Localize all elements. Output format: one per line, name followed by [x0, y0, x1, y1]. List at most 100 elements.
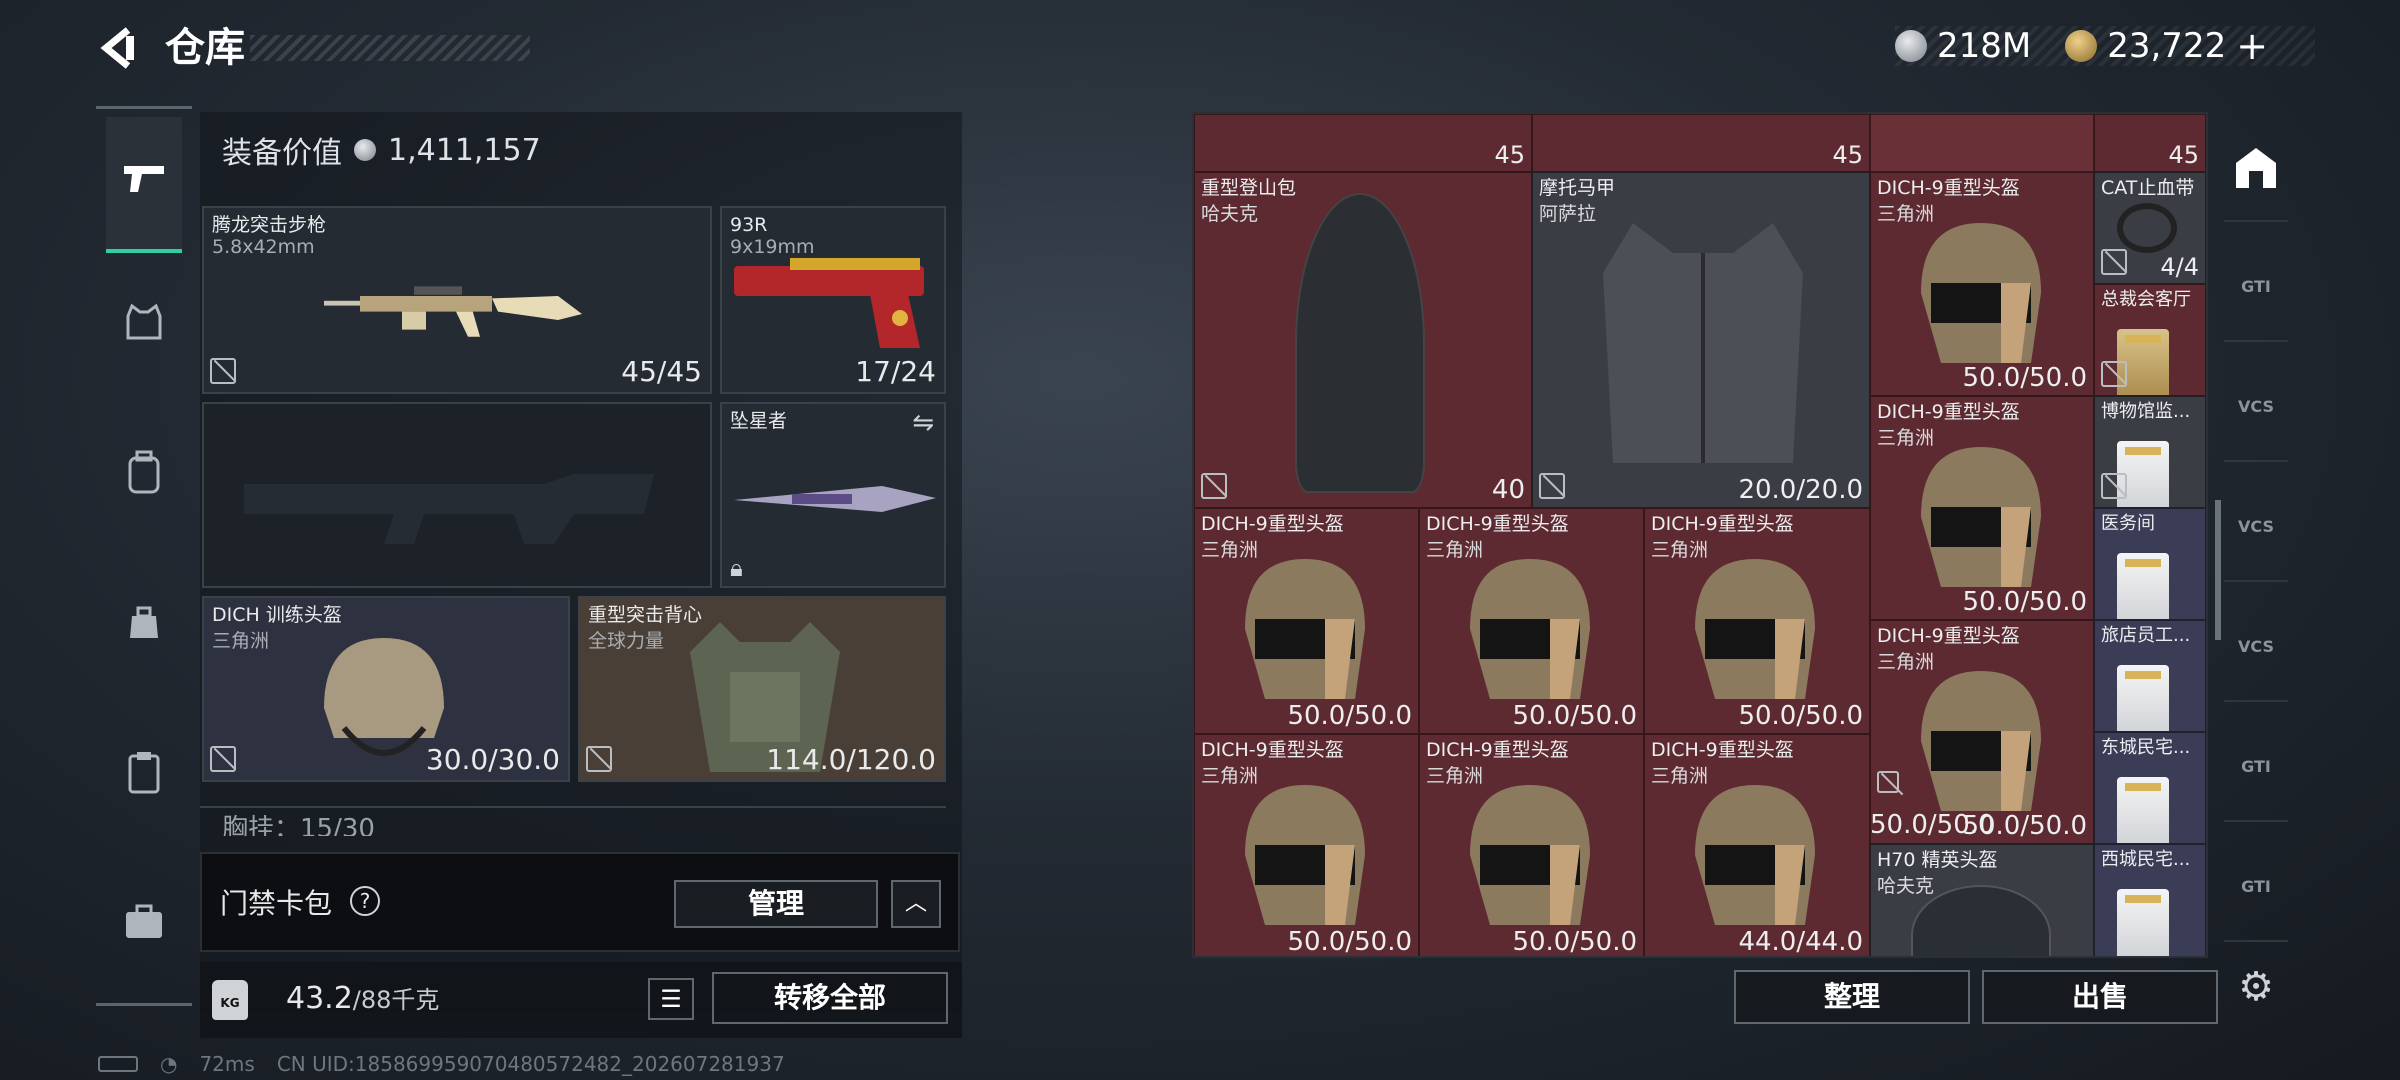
rail-gti[interactable]: GTI [2224, 712, 2288, 822]
vest-image [1603, 223, 1803, 463]
equipment-value-amount: 1,411,157 [388, 132, 541, 168]
swap-icon[interactable]: ⇋ [912, 408, 934, 438]
tourniquet-image [2117, 203, 2177, 253]
gold-coin-icon [2065, 30, 2098, 62]
rifle-silhouette-icon [244, 474, 654, 544]
armor-slot[interactable]: 重型突击背心 全球力量 114.0/120.0 [578, 596, 946, 782]
battery-icon [98, 1056, 138, 1072]
knife-image [734, 486, 936, 512]
item-faction: 哈夫克 [1201, 203, 1259, 225]
settings-button[interactable]: ⚙ [2224, 932, 2288, 1042]
rail-vcs[interactable]: VCS [2224, 592, 2288, 702]
item-name: H70 精英头盔 [1877, 849, 1998, 871]
collapse-button[interactable]: ︿ [891, 880, 941, 928]
item-name: 重型登山包 [1201, 177, 1297, 199]
item-name: DICH-9重型头盔 [1426, 513, 1569, 535]
sell-button[interactable]: 出售 [1982, 970, 2218, 1024]
helmet-image [1470, 559, 1590, 699]
grid-item-key[interactable]: 东城民宅... [2094, 732, 2206, 844]
helmet-faction: 三角洲 [212, 630, 270, 652]
grid-item-helmet[interactable]: DICH-9重型头盔 三角洲 50.0/50.0 [1194, 508, 1419, 734]
chevron-up-icon: ︿ [904, 891, 927, 916]
nav-briefcase[interactable] [106, 859, 182, 995]
currency-bar: 218M 23,722 + [1895, 24, 2315, 68]
back-button[interactable] [98, 22, 142, 74]
add-currency-button[interactable]: + [2236, 24, 2268, 68]
pistol-image [734, 258, 924, 348]
rail-gti[interactable]: GTI [2224, 832, 2288, 942]
armor-durability: 114.0/120.0 [766, 743, 936, 776]
grid-item[interactable]: 45 [1194, 114, 1532, 172]
item-name: DICH-9重型头盔 [1201, 513, 1344, 535]
lock-icon: 🔒︎ [730, 554, 743, 582]
item-name: 东城民宅... [2101, 737, 2191, 758]
no-insure-icon [1877, 771, 1899, 793]
grid-item-h70-helmet[interactable]: H70 精英头盔 哈夫克 [1870, 844, 2094, 956]
armor-icon [124, 302, 164, 352]
grid-item-key[interactable]: 西城民宅... [2094, 844, 2206, 956]
item-durability: 50.0/50.0 [1870, 810, 1995, 840]
grid-item-helmet[interactable]: DICH-9重型头盔 三角洲 50.0/50.0 [1870, 172, 2094, 396]
grid-item-helmet[interactable]: DICH-9重型头盔 三角洲 50.0/50.0 [1870, 396, 2094, 620]
grid-item-helmet[interactable]: DICH-9重型头盔 三角洲 50.0/50.0 [1419, 734, 1644, 956]
rail-shelter[interactable] [2224, 112, 2288, 222]
nav-armor[interactable] [106, 259, 182, 395]
nav-weapons[interactable] [106, 117, 182, 253]
grid-item-vest[interactable]: 摩托马甲 阿萨拉 20.0/20.0 [1532, 172, 1870, 508]
primary-weapon-slot[interactable]: 腾龙突击步枪 5.8x42mm 45/45 [202, 206, 712, 394]
item-durability: 50.0/50.0 [1962, 587, 2087, 617]
left-nav [96, 106, 192, 1006]
backpack-image [1295, 193, 1425, 493]
grid-item-helmet[interactable]: DICH-9重型头盔 三角洲 50.0/50.0 [1419, 508, 1644, 734]
item-durability: 50.0/50.0 [1287, 701, 1412, 731]
nav-pouch[interactable] [106, 559, 182, 695]
help-icon[interactable]: ? [350, 886, 380, 916]
chest-rig-row[interactable]: 胸挂：15/30 [200, 806, 946, 836]
grid-item-helmet[interactable]: DICH-9重型头盔 三角洲 44.0/44.0 [1644, 734, 1870, 956]
item-name: 旅店员工... [2101, 625, 2191, 646]
grid-item-key[interactable]: 旅店员工... [2094, 620, 2206, 732]
weight-current: 43.2 [286, 981, 353, 1016]
carry-weight: 43.2/88千克 [286, 980, 439, 1016]
grid-item-key[interactable]: 医务间 [2094, 508, 2206, 620]
grid-item[interactable]: 45 [1532, 114, 1870, 172]
grid-item-backpack[interactable]: 重型登山包 哈夫克 40 [1194, 172, 1532, 508]
list-icon: ☰ [660, 985, 682, 1013]
item-name: DICH-9重型头盔 [1201, 739, 1344, 761]
keycard-image [2117, 665, 2169, 731]
helmet-slot[interactable]: DICH 训练头盔 三角洲 30.0/30.0 [202, 596, 570, 782]
grid-item-tourniquet[interactable]: CAT止血带 4/4 [2094, 172, 2206, 284]
rail-gti[interactable]: GTI [2224, 232, 2288, 342]
nav-backpack[interactable] [106, 409, 182, 545]
item-name: DICH-9重型头盔 [1877, 625, 2020, 647]
grid-item-key[interactable]: 总裁会客厅 [2094, 284, 2206, 396]
no-insure-icon [2101, 249, 2127, 275]
weapon-name: 腾龙突击步枪 [212, 214, 327, 236]
rail-vcs[interactable]: VCS [2224, 352, 2288, 462]
no-insure-icon [1539, 473, 1565, 499]
vcs-icon: VCS [2238, 397, 2274, 416]
storage-grid: 45 45 45 重型登山包 哈夫克 40 摩托马甲 阿萨拉 20.0/20.0… [1192, 112, 2208, 958]
rail-vcs[interactable]: VCS [2224, 472, 2288, 582]
no-insure-icon [210, 358, 236, 384]
gti-icon: GTI [2241, 757, 2271, 776]
grid-item-helmet[interactable]: DICH-9重型头盔 三角洲 50.0/50.0 [1644, 508, 1870, 734]
melee-slot[interactable]: 坠星者 ⇋ 🔒︎ [720, 402, 946, 588]
secondary-weapon-slot-empty[interactable] [202, 402, 712, 588]
grid-item-key[interactable]: 博物馆监... [2094, 396, 2206, 508]
transfer-all-button[interactable]: 转移全部 [712, 972, 948, 1024]
item-name: DICH-9重型头盔 [1877, 177, 2020, 199]
pistol-slot[interactable]: 93R 9x19mm 17/24 [720, 206, 946, 394]
list-view-button[interactable]: ☰ [648, 978, 694, 1020]
pistol-name: 93R [730, 214, 768, 236]
grid-item[interactable]: 45 [2094, 114, 2206, 172]
nav-clipboard[interactable] [106, 709, 182, 845]
backpack-icon [124, 450, 164, 504]
helmet-durability: 30.0/30.0 [425, 743, 560, 776]
grid-item-helmet[interactable]: DICH-9重型头盔 三角洲 50.0/50.0 [1194, 734, 1419, 956]
grid-item[interactable] [1870, 114, 2094, 172]
manage-button[interactable]: 管理 [674, 880, 878, 928]
helmet-image [1695, 559, 1815, 699]
sort-button[interactable]: 整理 [1734, 970, 1970, 1024]
clipboard-icon [126, 750, 162, 804]
